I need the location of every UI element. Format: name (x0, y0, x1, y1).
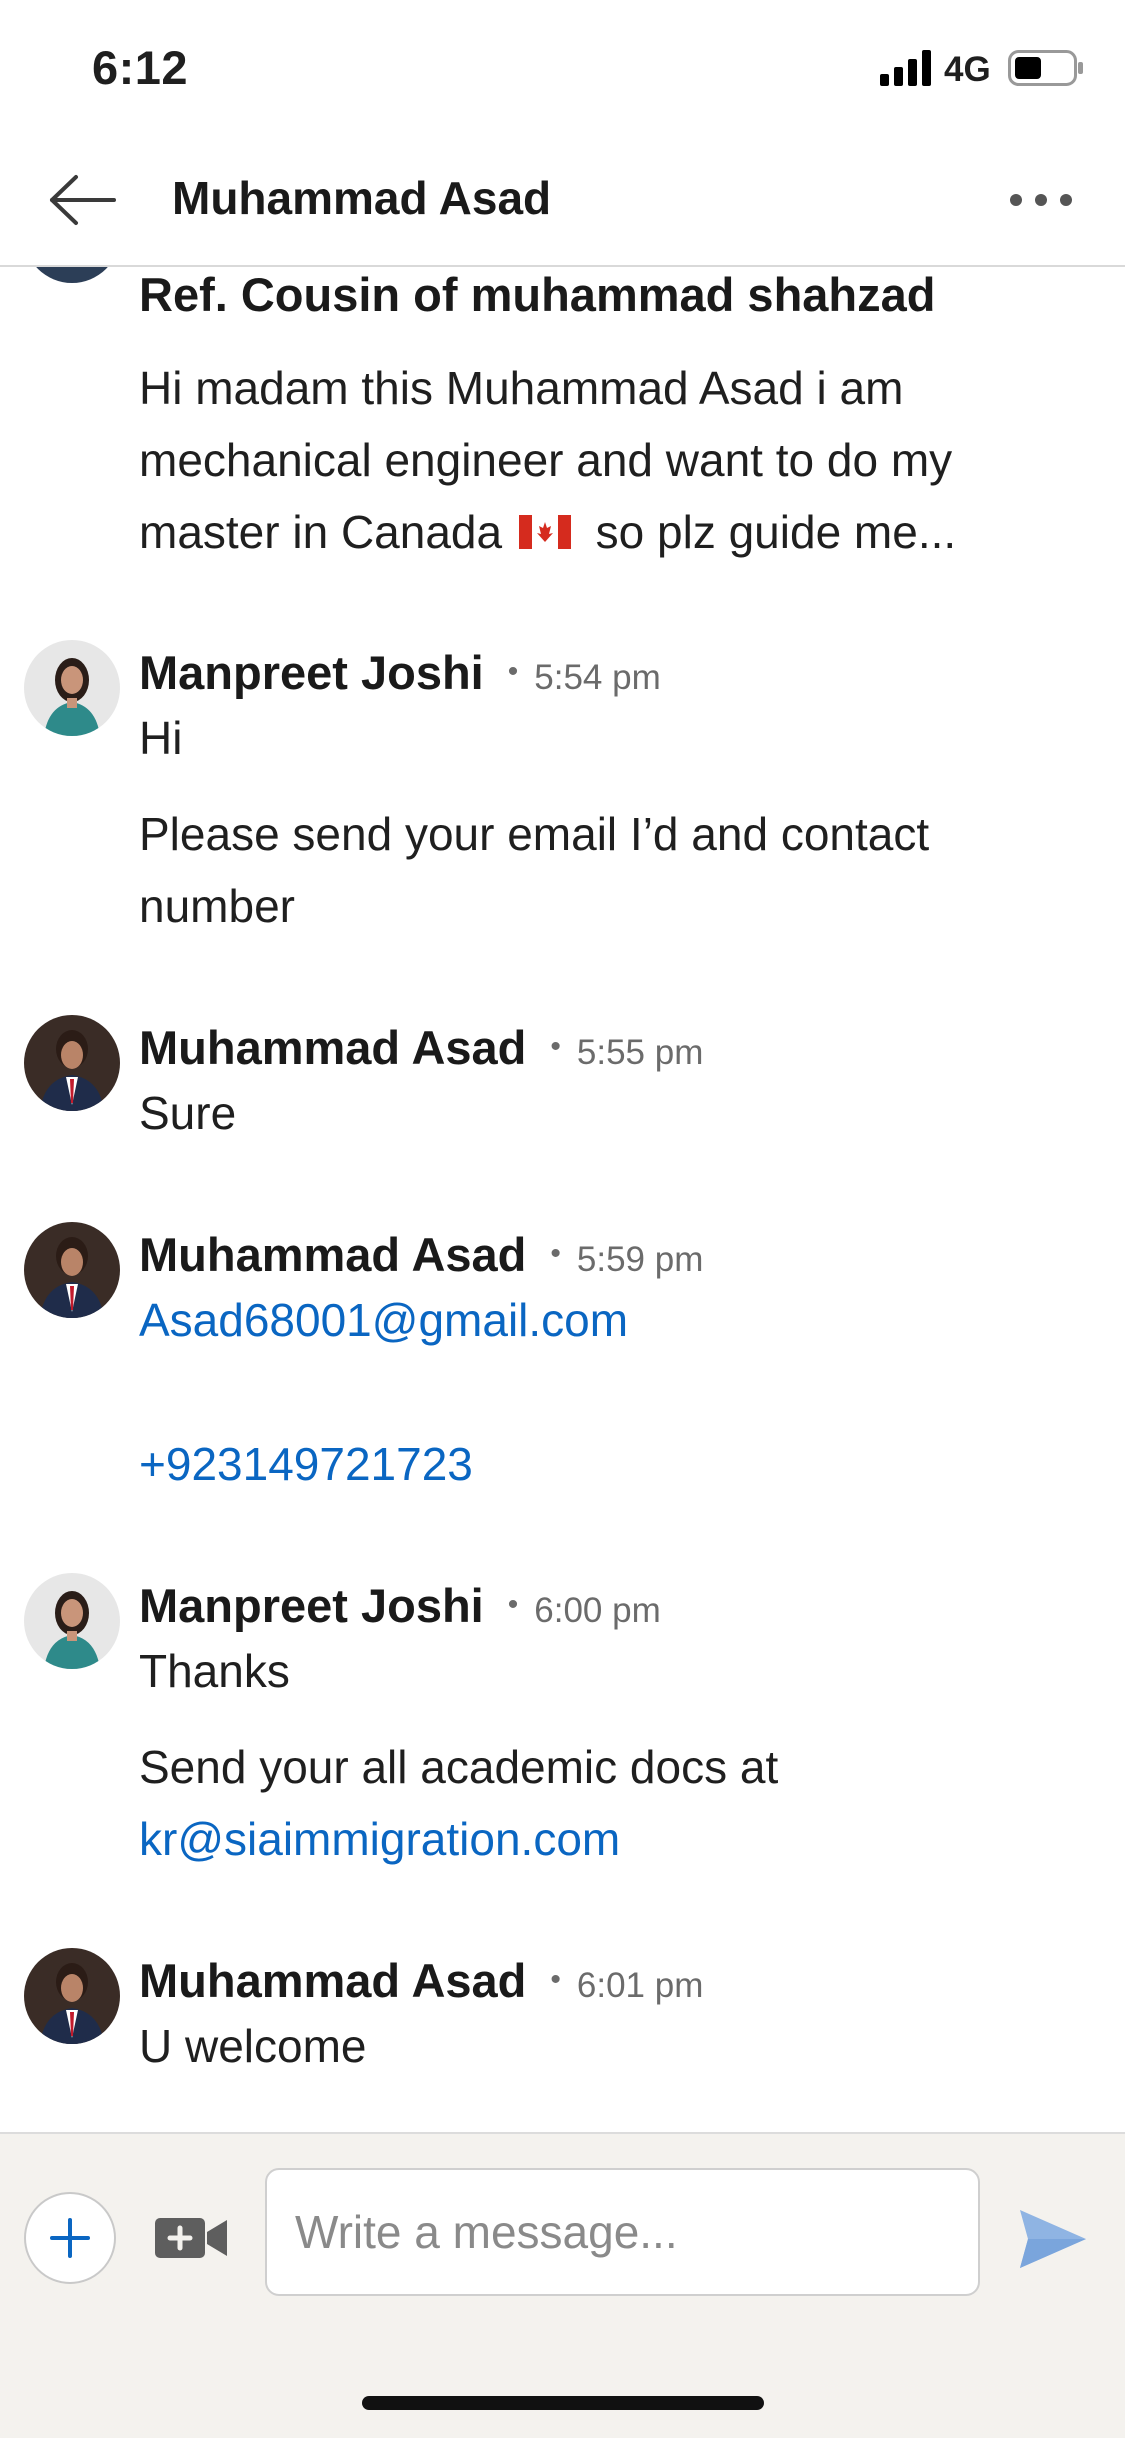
meta-separator: • (550, 1030, 561, 1063)
avatar-woman-icon (24, 640, 120, 736)
meta-separator: • (507, 1588, 519, 1621)
message-group: Muhammad Asad • 5:59 pm Asad68001@gmail.co… (0, 1222, 1125, 1490)
avatar[interactable] (24, 1573, 120, 1669)
canada-flag-icon (518, 514, 571, 549)
add-attachment-button[interactable] (24, 2192, 116, 2284)
email-link[interactable]: Asad68001@gmail.com (139, 1294, 628, 1346)
home-indicator[interactable] (362, 2396, 764, 2410)
message-group: Manpreet Joshi • 5:54 pm Hi Please send yo… (0, 640, 1125, 932)
sender-name[interactable]: Muhammad Asad (139, 1021, 526, 1074)
message-timestamp: 6:01 pm (576, 1966, 704, 2005)
battery-icon (1008, 50, 1083, 86)
message-text: Sure (139, 1087, 237, 1139)
message-group: Muhammad Asad • 5:55 pm Sure (0, 1015, 1125, 1139)
avatar[interactable] (24, 640, 120, 736)
avatar[interactable] (24, 1015, 120, 1111)
conversation-title[interactable]: Muhammad Asad (172, 171, 551, 225)
message-text-segment: so plz guide me... (595, 506, 957, 558)
sender-name[interactable]: Manpreet Joshi (139, 1579, 484, 1632)
message-reference-line: Ref. Cousin of muhammad shahzad (139, 268, 936, 321)
conversation-header: Muhammad Asad (0, 135, 1125, 267)
message-text: Hi (139, 712, 183, 764)
message-item: Ref. Cousin of muhammad shahzad Hi madam… (0, 267, 1125, 597)
more-horizontal-icon[interactable] (1008, 187, 1074, 213)
message-meta: Manpreet Joshi • 6:00 pm (139, 1578, 661, 1633)
message-text: Thanks (139, 1645, 290, 1697)
cellular-signal-icon (880, 50, 931, 86)
message-input[interactable] (265, 2168, 980, 2296)
message-timestamp: 6:00 pm (534, 1591, 661, 1630)
avatar[interactable] (24, 1948, 120, 2044)
message-timestamp: 5:54 pm (534, 658, 661, 697)
message-text: kr@siaimmigration.com (139, 1803, 1069, 1875)
message-list[interactable]: Ref. Cousin of muhammad shahzad Hi madam… (0, 267, 1125, 2132)
avatar[interactable] (24, 1222, 120, 1318)
sender-name[interactable]: Manpreet Joshi (139, 646, 484, 699)
message-text: Asad68001@gmail.com (139, 1284, 1069, 1356)
meta-separator: • (507, 655, 519, 688)
sender-name[interactable]: Muhammad Asad (139, 1954, 526, 2007)
message-timestamp: 5:55 pm (576, 1033, 704, 1072)
message-meta: Muhammad Asad • 5:59 pm (139, 1227, 703, 1282)
avatar-man-icon (24, 1948, 120, 2044)
message-text: Please send your email I’d and contact n… (139, 808, 930, 932)
message-text: U welcome (139, 2020, 367, 2072)
avatar-woman-icon (24, 1573, 120, 1669)
plus-icon (50, 2218, 90, 2258)
avatar-man-icon (24, 1015, 120, 1111)
sender-name[interactable]: Muhammad Asad (139, 1228, 526, 1281)
meta-separator: • (550, 1963, 561, 1996)
phone-link[interactable]: +923149721723 (139, 1438, 473, 1490)
message-meta: Muhammad Asad • 6:01 pm (139, 1953, 703, 2008)
status-time: 6:12 (92, 41, 189, 94)
message-meta: Manpreet Joshi • 5:54 pm (139, 645, 661, 700)
message-group: Manpreet Joshi • 6:00 pm Thanks Send your … (0, 1573, 1125, 1873)
message-composer (0, 2132, 1125, 2438)
video-camera-icon[interactable] (155, 2214, 227, 2262)
status-bar: 6:12 4G (0, 0, 1125, 135)
message-text: Send your all academic docs at (139, 1741, 779, 1793)
send-icon[interactable] (1020, 2210, 1086, 2268)
network-type-label: 4G (944, 50, 991, 89)
meta-separator: • (550, 1237, 561, 1270)
message-timestamp: 5:59 pm (576, 1240, 704, 1279)
message-text: +923149721723 (139, 1428, 1069, 1500)
arrow-left-icon[interactable] (48, 173, 118, 227)
message-meta: Muhammad Asad • 5:55 pm (139, 1020, 703, 1075)
email-link[interactable]: kr@siaimmigration.com (139, 1813, 620, 1865)
message-group: Muhammad Asad • 6:01 pm U welcome (0, 1948, 1125, 2072)
avatar-man-icon (24, 1222, 120, 1318)
message-text: Hi madam this Muhammad Asad i am mechani… (139, 352, 1069, 568)
